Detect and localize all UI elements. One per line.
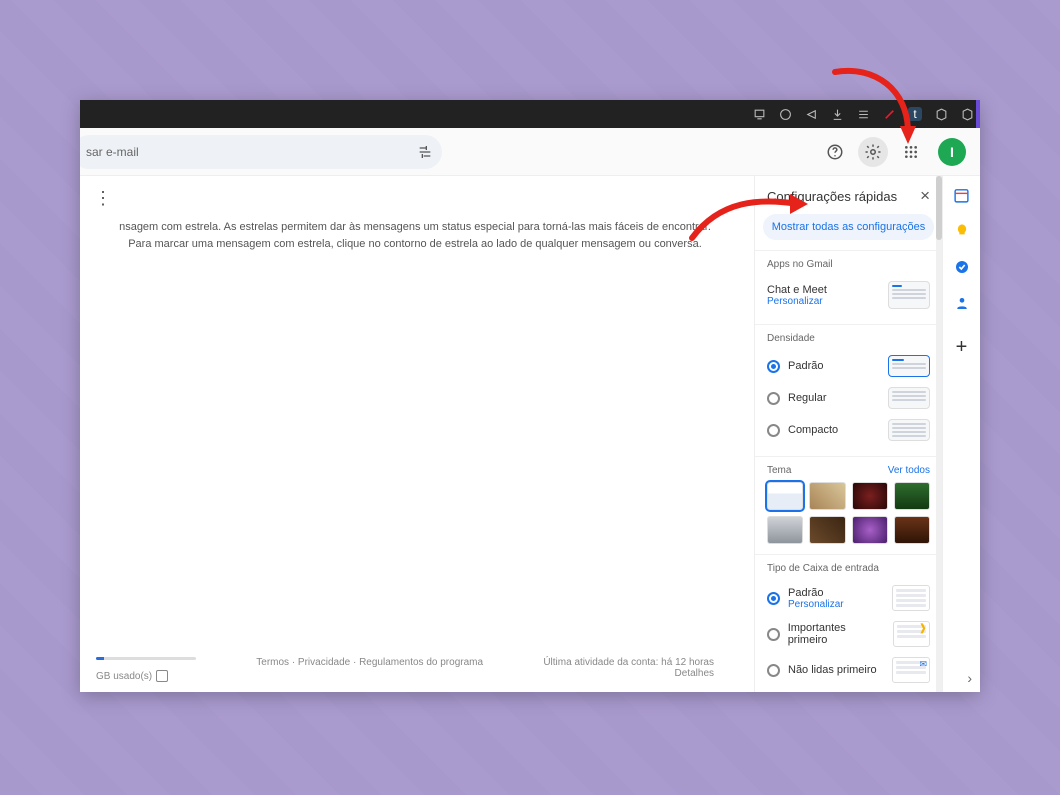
settings-title: Configurações rápidas xyxy=(767,189,897,204)
ext-icon-cube1[interactable] xyxy=(934,107,948,121)
settings-gear-icon[interactable] xyxy=(858,137,888,167)
ext-icon-2[interactable] xyxy=(778,107,792,121)
more-menu-icon[interactable]: ⋮ xyxy=(86,188,744,215)
apps-section: Apps no Gmail Chat e Meet Personalizar xyxy=(755,250,942,324)
ext-icon-3[interactable] xyxy=(804,107,818,121)
theme-section: Tema Ver todos xyxy=(755,456,942,554)
density-title: Densidade xyxy=(767,333,930,344)
search-input[interactable]: sar e-mail xyxy=(80,135,442,169)
inbox-type-title: Tipo de Caixa de entrada xyxy=(767,563,930,574)
main-content: ⋮ nsagem com estrela. As estrelas permit… xyxy=(80,176,754,692)
calendar-icon[interactable] xyxy=(953,186,971,204)
keep-icon[interactable] xyxy=(953,222,971,240)
density-thumb-regular xyxy=(888,387,930,409)
theme-tile[interactable] xyxy=(767,482,803,510)
get-addons-icon[interactable]: + xyxy=(956,336,968,359)
inbox-type-section: Tipo de Caixa de entrada Padrão Personal… xyxy=(755,554,942,692)
quick-settings-panel: Configurações rápidas × Mostrar todas as… xyxy=(754,176,942,692)
last-activity: Última atividade da conta: há 12 horas xyxy=(543,657,714,668)
theme-tile[interactable] xyxy=(767,516,803,544)
density-option-default[interactable]: Padrão xyxy=(767,350,930,382)
inbox-option-starred[interactable]: Com estrela primeiro ★ xyxy=(767,688,930,692)
browser-tab-strip: t xyxy=(80,100,980,128)
chat-meet-label: Chat e Meet xyxy=(767,284,827,296)
theme-tile[interactable] xyxy=(809,482,845,510)
important-marker-icon: ❱ xyxy=(919,623,927,634)
quota-bar xyxy=(96,657,196,660)
quota-text: GB usado(s) xyxy=(96,671,152,682)
browser-window: t sar e-mail I ⋮ ns xyxy=(80,100,980,692)
inbox-thumb-unread: ✉ xyxy=(892,657,930,683)
show-all-settings-button[interactable]: Mostrar todas as configurações xyxy=(763,214,934,240)
ext-icon-tumblr[interactable]: t xyxy=(908,107,922,121)
footer: GB usado(s) Termos · Privacidade · Regul… xyxy=(86,651,744,692)
inbox-thumb-default xyxy=(892,585,930,611)
empty-state-text: nsagem com estrela. As estrelas permitem… xyxy=(86,215,744,252)
contacts-icon[interactable] xyxy=(953,294,971,312)
close-icon[interactable]: × xyxy=(920,186,930,206)
theme-tile[interactable] xyxy=(852,516,888,544)
tasks-icon[interactable] xyxy=(953,258,971,276)
collapse-rail-icon[interactable]: › xyxy=(967,670,972,686)
footer-policies[interactable]: Termos · Privacidade · Regulamentos do p… xyxy=(196,657,543,682)
ext-icon-lines[interactable] xyxy=(856,107,870,121)
side-panel-rail: + › xyxy=(942,176,980,692)
settings-panel-header: Configurações rápidas × xyxy=(755,176,942,214)
user-avatar[interactable]: I xyxy=(938,138,966,166)
inbox-option-important[interactable]: Importantes primeiro ❱ xyxy=(767,616,930,652)
details-link[interactable]: Detalhes xyxy=(543,668,714,679)
search-options-icon[interactable] xyxy=(410,137,440,167)
gmail-header: sar e-mail I xyxy=(80,128,980,176)
radio-icon xyxy=(767,664,780,677)
density-section: Densidade Padrão Regular Compacto xyxy=(755,324,942,456)
search-placeholder-text: sar e-mail xyxy=(86,145,139,159)
window-accent-edge xyxy=(976,100,980,128)
theme-tile[interactable] xyxy=(894,482,930,510)
chat-meet-customize-link[interactable]: Personalizar xyxy=(767,296,827,307)
radio-icon xyxy=(767,392,780,405)
theme-tile[interactable] xyxy=(852,482,888,510)
apps-grid-icon[interactable] xyxy=(896,137,926,167)
ext-icon-red[interactable] xyxy=(882,107,896,121)
apps-section-title: Apps no Gmail xyxy=(767,259,930,270)
density-option-compact[interactable]: Compacto xyxy=(767,414,930,446)
theme-tile[interactable] xyxy=(809,516,845,544)
inbox-option-default[interactable]: Padrão Personalizar xyxy=(767,580,930,616)
help-icon[interactable] xyxy=(820,137,850,167)
density-option-regular[interactable]: Regular xyxy=(767,382,930,414)
ext-icon-download[interactable] xyxy=(830,107,844,121)
ext-icon-cube2[interactable] xyxy=(960,107,974,121)
theme-title: Tema xyxy=(767,465,791,476)
inbox-option-unread[interactable]: Não lidas primeiro ✉ xyxy=(767,652,930,688)
inbox-default-customize[interactable]: Personalizar xyxy=(788,599,844,610)
radio-icon xyxy=(767,424,780,437)
theme-grid xyxy=(767,482,930,544)
theme-see-all-link[interactable]: Ver todos xyxy=(888,465,930,476)
density-thumb-compact xyxy=(888,419,930,441)
open-external-icon[interactable] xyxy=(156,670,168,682)
apps-thumbnail xyxy=(888,281,930,309)
inbox-thumb-important: ❱ xyxy=(893,621,930,647)
theme-tile[interactable] xyxy=(894,516,930,544)
ext-icon-1[interactable] xyxy=(752,107,766,121)
radio-icon xyxy=(767,628,780,641)
envelope-icon: ✉ xyxy=(919,659,927,670)
radio-icon xyxy=(767,360,780,373)
density-thumb-default xyxy=(888,355,930,377)
radio-icon xyxy=(767,592,780,605)
avatar-initial: I xyxy=(950,144,954,160)
storage-quota[interactable]: GB usado(s) xyxy=(96,657,196,682)
app-body: ⋮ nsagem com estrela. As estrelas permit… xyxy=(80,176,980,692)
